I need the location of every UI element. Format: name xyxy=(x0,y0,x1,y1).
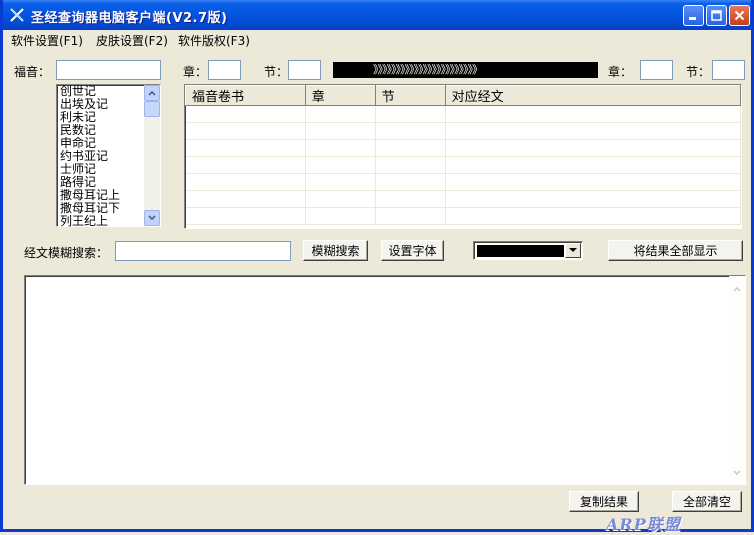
verse-input[interactable] xyxy=(288,60,321,80)
menu-bar: 软件设置(F1) 皮肤设置(F2) 软件版权(F3) xyxy=(3,30,751,50)
chapter-end-label: 章： xyxy=(608,65,633,79)
cross-icon xyxy=(10,8,24,22)
clear-all-button[interactable]: 全部清空 xyxy=(672,491,742,512)
set-font-button[interactable]: 设置字体 xyxy=(381,240,444,261)
fuzzy-search-input[interactable] xyxy=(115,241,291,261)
maximize-icon xyxy=(711,10,722,21)
scroll-thumb[interactable] xyxy=(144,101,160,117)
scroll-up-button[interactable] xyxy=(144,85,160,101)
table-row[interactable] xyxy=(185,190,742,208)
chevron-up-icon xyxy=(148,90,156,96)
table-row[interactable] xyxy=(185,122,742,140)
maximize-button[interactable] xyxy=(706,5,727,26)
show-all-results-button[interactable]: 将结果全部显示 xyxy=(608,240,743,261)
gospel-label: 福音： xyxy=(14,65,51,79)
color-swatch xyxy=(477,245,564,257)
chapter-end-input[interactable] xyxy=(640,60,673,80)
chapter-label: 章： xyxy=(183,65,208,79)
verse-end-label: 节： xyxy=(686,65,711,79)
table-row[interactable] xyxy=(185,139,742,157)
app-window: 圣经查询器电脑客户端(V2.7版) 软件设置(F1) 皮肤设置(F2) 软件版权… xyxy=(0,0,754,534)
close-icon xyxy=(734,10,745,21)
fuzzy-search-button[interactable]: 模糊搜索 xyxy=(303,240,368,261)
results-scrollbar[interactable] xyxy=(729,276,745,484)
color-dropdown-button[interactable] xyxy=(565,243,581,258)
chevron-up-icon xyxy=(733,281,741,295)
results-grid[interactable]: 福音卷书 章 节 对应经文 xyxy=(184,84,742,229)
chevron-down-icon xyxy=(733,465,741,479)
copy-results-button[interactable]: 复制结果 xyxy=(569,491,639,512)
menu-skin-settings[interactable]: 皮肤设置(F2) xyxy=(94,32,170,49)
verse-end-input[interactable] xyxy=(712,60,745,80)
column-header-text[interactable]: 对应经文 xyxy=(444,85,742,106)
minimize-button[interactable] xyxy=(683,5,704,26)
table-row[interactable] xyxy=(185,207,742,225)
column-header-verse[interactable]: 节 xyxy=(374,85,446,106)
arp-watermark: ARP联盟 xyxy=(606,515,681,534)
table-row[interactable] xyxy=(185,105,742,123)
column-header-chapter[interactable]: 章 xyxy=(304,85,376,106)
scroll-down-button[interactable] xyxy=(144,210,160,226)
chevron-down-icon xyxy=(569,248,577,252)
menu-software-settings[interactable]: 软件设置(F1) xyxy=(9,32,85,49)
table-row[interactable] xyxy=(185,156,742,174)
book-listbox[interactable]: 创世记 出埃及记 利未记 民数记 申命记 约书亚记 士师记 路得记 撒母耳记上 … xyxy=(56,84,161,228)
results-table: 福音卷书 章 节 对应经文 xyxy=(185,85,742,225)
close-button[interactable] xyxy=(729,5,750,26)
window-title: 圣经查询器电脑客户端(V2.7版) xyxy=(31,11,228,26)
results-textarea[interactable] xyxy=(24,275,746,485)
color-select[interactable] xyxy=(473,241,583,260)
verse-label: 节： xyxy=(264,65,289,79)
menu-copyright[interactable]: 软件版权(F3) xyxy=(176,32,252,49)
chevron-down-icon xyxy=(148,215,156,221)
gospel-input[interactable] xyxy=(56,60,161,80)
minimize-icon xyxy=(689,17,696,20)
table-row[interactable] xyxy=(185,173,742,191)
progress-bar: 》》》》》》》》》》》》》》》》》》》》》》》 xyxy=(333,62,598,78)
column-header-book[interactable]: 福音卷书 xyxy=(185,85,306,106)
book-list-scrollbar[interactable] xyxy=(144,85,160,226)
chapter-input[interactable] xyxy=(208,60,241,80)
title-bar[interactable]: 圣经查询器电脑客户端(V2.7版) xyxy=(3,0,751,30)
fuzzy-search-label: 经文模糊搜索： xyxy=(24,246,109,260)
